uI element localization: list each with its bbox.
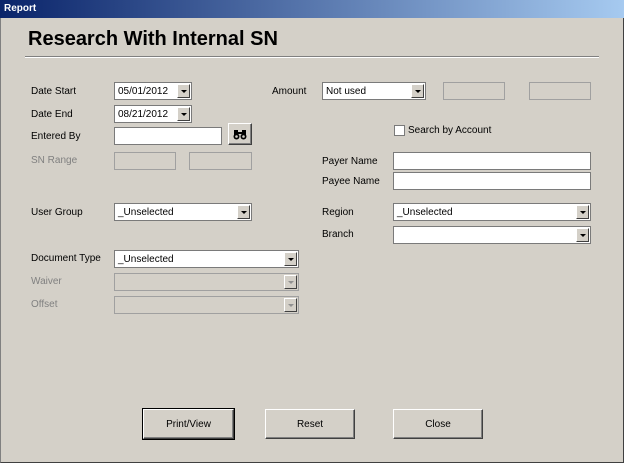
- find-user-button[interactable]: [228, 123, 252, 145]
- chevron-down-icon[interactable]: [411, 84, 424, 98]
- chevron-down-icon: [284, 298, 297, 312]
- offset-label: Offset: [31, 299, 58, 310]
- print-view-button[interactable]: Print/View: [142, 408, 235, 440]
- amount-label: Amount: [272, 86, 307, 97]
- window-title: Report: [4, 3, 37, 14]
- reset-button[interactable]: Reset: [265, 409, 355, 439]
- amount-from-input: [443, 82, 505, 100]
- date-end-picker[interactable]: 08/21/2012: [114, 105, 192, 123]
- page-title: Research With Internal SN: [28, 28, 278, 50]
- date-start-value: 05/01/2012: [118, 85, 169, 97]
- search-by-account-label[interactable]: Search by Account: [408, 125, 491, 136]
- entered-by-input[interactable]: [114, 127, 222, 145]
- document-type-value: _Unselected: [118, 253, 174, 265]
- branch-label: Branch: [322, 229, 354, 240]
- waiver-label: Waiver: [31, 276, 62, 287]
- sn-range-from-input: [114, 152, 176, 170]
- payer-name-label: Payer Name: [322, 156, 378, 167]
- sn-range-label: SN Range: [31, 155, 78, 166]
- payee-name-input[interactable]: [393, 172, 591, 190]
- waiver-select: [114, 273, 299, 291]
- chevron-down-icon[interactable]: [576, 205, 589, 219]
- payer-name-input[interactable]: [393, 152, 591, 170]
- date-end-value: 08/21/2012: [118, 108, 169, 120]
- chevron-down-icon[interactable]: [237, 205, 250, 219]
- branch-select[interactable]: [393, 226, 591, 244]
- region-label: Region: [322, 207, 354, 218]
- amount-value: Not used: [326, 85, 367, 97]
- payee-name-label: Payee Name: [322, 176, 380, 187]
- sn-range-to-input: [189, 152, 252, 170]
- title-separator: [25, 56, 599, 58]
- binoculars-icon: [233, 129, 247, 139]
- close-button[interactable]: Close: [393, 409, 483, 439]
- chevron-down-icon[interactable]: [284, 252, 297, 266]
- chevron-down-icon[interactable]: [177, 84, 190, 98]
- chevron-down-icon[interactable]: [177, 107, 190, 121]
- offset-select: [114, 296, 299, 314]
- region-select[interactable]: _Unselected: [393, 203, 591, 221]
- document-type-label: Document Type: [31, 253, 101, 264]
- user-group-label: User Group: [31, 207, 83, 218]
- date-start-label: Date Start: [31, 86, 77, 97]
- title-bar: Report: [0, 0, 624, 18]
- chevron-down-icon: [284, 275, 297, 289]
- user-group-select[interactable]: _Unselected: [114, 203, 252, 221]
- chevron-down-icon[interactable]: [576, 228, 589, 242]
- date-start-picker[interactable]: 05/01/2012: [114, 82, 192, 100]
- entered-by-label: Entered By: [31, 131, 81, 142]
- search-by-account-checkbox[interactable]: [394, 125, 405, 136]
- document-type-select[interactable]: _Unselected: [114, 250, 299, 268]
- amount-to-input: [529, 82, 591, 100]
- amount-select[interactable]: Not used: [322, 82, 426, 100]
- user-group-value: _Unselected: [118, 206, 174, 218]
- date-end-label: Date End: [31, 109, 73, 120]
- region-value: _Unselected: [397, 206, 453, 218]
